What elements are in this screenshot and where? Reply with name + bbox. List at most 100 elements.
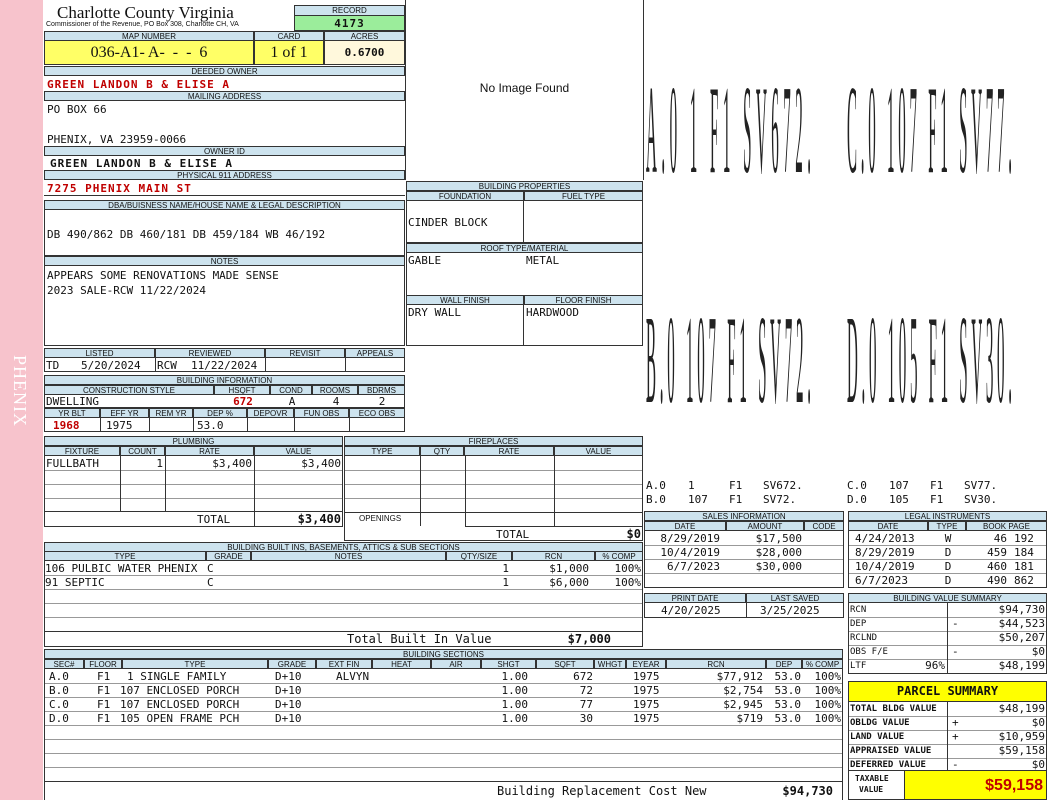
construction-style: DWELLING	[46, 395, 99, 408]
section-type: 1 SINGLE FAMILY	[127, 670, 227, 683]
building-info-row: DWELLING 672 A 4 2	[44, 394, 405, 408]
legal-page: 184	[1014, 546, 1034, 559]
section-comp: 100%	[814, 684, 842, 697]
foundation-box: CINDER BLOCK	[406, 200, 524, 243]
sale-date: 10/4/2019	[660, 546, 720, 559]
built-ins-row-rule	[45, 603, 642, 604]
sketch-legend-b: F1	[729, 493, 743, 506]
physical-address-header: PHYSICAL 911 ADDRESS	[44, 170, 405, 180]
sketch-legend-a: SV672.	[763, 479, 803, 492]
acres-value: 0.6700	[344, 46, 385, 59]
value-summary-label: LTF	[850, 661, 867, 671]
legal-row-rule	[849, 573, 1046, 574]
sections-row-rule	[45, 739, 842, 740]
plumbing-count: 1	[156, 457, 163, 470]
acres-box: 0.6700	[324, 40, 405, 65]
sections-row-rule	[45, 753, 842, 754]
print-date: 4/20/2025	[661, 604, 721, 617]
years-divider	[149, 418, 150, 431]
section-dep: 53.0	[774, 712, 802, 725]
sales-table: 8/29/2019 $17,500 10/4/2019 $28,000 6/7/…	[644, 530, 844, 588]
last-saved: 3/25/2025	[760, 604, 820, 617]
sketch-legend-c: 107	[889, 479, 909, 492]
section-sec: D.0	[49, 712, 69, 725]
sketch-legend-c: C.0	[847, 479, 867, 492]
sketch-legend-b: B.0	[646, 493, 666, 506]
value-summary-label: RCLND	[850, 633, 878, 643]
sale-date: 8/29/2019	[660, 532, 720, 545]
plumbing-row-rule	[45, 484, 342, 485]
years-divider	[349, 418, 350, 431]
section-type: 107 ENCLOSED PORCH	[120, 684, 240, 697]
plumbing-divider	[165, 456, 166, 511]
listed-by: TD	[46, 359, 60, 372]
fireplace-divider	[420, 456, 421, 526]
no-image-text: No Image Found	[479, 81, 570, 95]
sale-amount: $30,000	[755, 560, 802, 573]
review-divider	[155, 358, 156, 371]
section-grade: D+10	[275, 712, 302, 725]
sketch-legend-d: SV30.	[964, 493, 998, 506]
sales-row-rule	[645, 573, 843, 574]
plumbing-total: $3,400	[297, 512, 341, 526]
built-ins-row-rule	[45, 575, 642, 576]
section-shgt: 1.00	[501, 684, 529, 697]
parcel-label: TOTAL BLDG VALUE	[850, 704, 937, 714]
yr-blt-value: 1968	[53, 419, 80, 432]
district-sidebar: PHENIX	[0, 0, 43, 800]
plumbing-row-rule	[45, 498, 342, 499]
value-summary-value: $48,199	[998, 659, 1045, 672]
section-rcn: $2,754	[723, 684, 763, 697]
years-divider	[193, 418, 194, 431]
legal-instruments-table: 4/24/2013 W 46 192 8/29/2019 D 459 184 1…	[848, 530, 1047, 588]
map-number: 036-A1- A- - - 6	[90, 44, 208, 61]
taxable-value-box: $59,158	[904, 770, 1047, 800]
deeded-owner: GREEN LANDON B & ELISE A	[47, 78, 230, 91]
section-comp: 100%	[814, 712, 842, 725]
parcel-value: $48,199	[998, 702, 1045, 715]
fireplace-divider	[465, 456, 466, 526]
owner-id: GREEN LANDON B & ELISE A	[50, 157, 233, 170]
sketch-legend-d: 105	[889, 493, 909, 506]
legal-date: 4/24/2013	[855, 532, 915, 545]
built-ins-total-rule	[45, 631, 642, 632]
deeded-owner-header: DEEDED OWNER	[44, 66, 405, 76]
owner-bottom-rule	[44, 195, 405, 196]
sales-row-rule	[645, 559, 843, 560]
sketch-legend-c: F1	[930, 479, 944, 492]
review-row: TD 5/20/2024 RCW 11/22/2024	[44, 357, 405, 372]
parcel-summary-table: TOTAL BLDG VALUE $48,199 OBLDG VALUE + $…	[848, 701, 1047, 771]
print-info-row: 4/20/2025 3/25/2025	[644, 602, 844, 618]
sketch-label: C.0 107 F1 SV77.	[847, 61, 1012, 200]
listed-date: 5/20/2024	[81, 359, 141, 372]
plumbing-value: $3,400	[301, 457, 341, 470]
section-row: A.0 F1 1 SINGLE FAMILY D+10 ALVYN 1.00 6…	[45, 670, 842, 684]
legal-book: 460	[987, 560, 1007, 573]
legal-text: DB 490/862 DB 460/181 DB 459/184 WB 46/1…	[47, 228, 326, 241]
value-summary-value: $50,207	[998, 631, 1045, 644]
built-in-grade: C	[207, 576, 214, 589]
owner-id-header: OWNER ID	[44, 146, 405, 156]
section-sqft: 77	[579, 698, 593, 711]
sections-row-rule	[45, 767, 842, 768]
fireplace-row-rule	[345, 498, 642, 499]
fireplaces-total: $0	[626, 527, 641, 541]
sketch-legend-a: F1	[729, 479, 743, 492]
section-row: C.0 F1 107 ENCLOSED PORCH D+10 1.00 77 1…	[45, 698, 842, 712]
section-eyear: 1975	[633, 684, 660, 697]
sections-row-rule	[45, 725, 842, 726]
section-shgt: 1.00	[501, 698, 529, 711]
sections-row-rule	[45, 683, 842, 684]
value-summary-label: DEP	[850, 619, 867, 629]
eff-yr-value: 1975	[106, 419, 133, 432]
sale-date: 6/7/2023	[667, 560, 720, 573]
rooms-value: 4	[332, 395, 340, 408]
section-dep: 53.0	[774, 670, 802, 683]
legal-type: D	[944, 546, 952, 559]
plumbing-divider	[120, 456, 121, 511]
map-number-box: 036-A1- A- - - 6	[44, 40, 254, 65]
card-box: 1 of 1	[254, 40, 324, 65]
fireplaces-total-label: TOTAL	[496, 528, 530, 541]
sketch-area: A.0 1 F1 SV672. C.0 107 F1 SV77. B.0 107…	[644, 0, 1050, 478]
value-summary-value: $0	[1031, 645, 1045, 658]
